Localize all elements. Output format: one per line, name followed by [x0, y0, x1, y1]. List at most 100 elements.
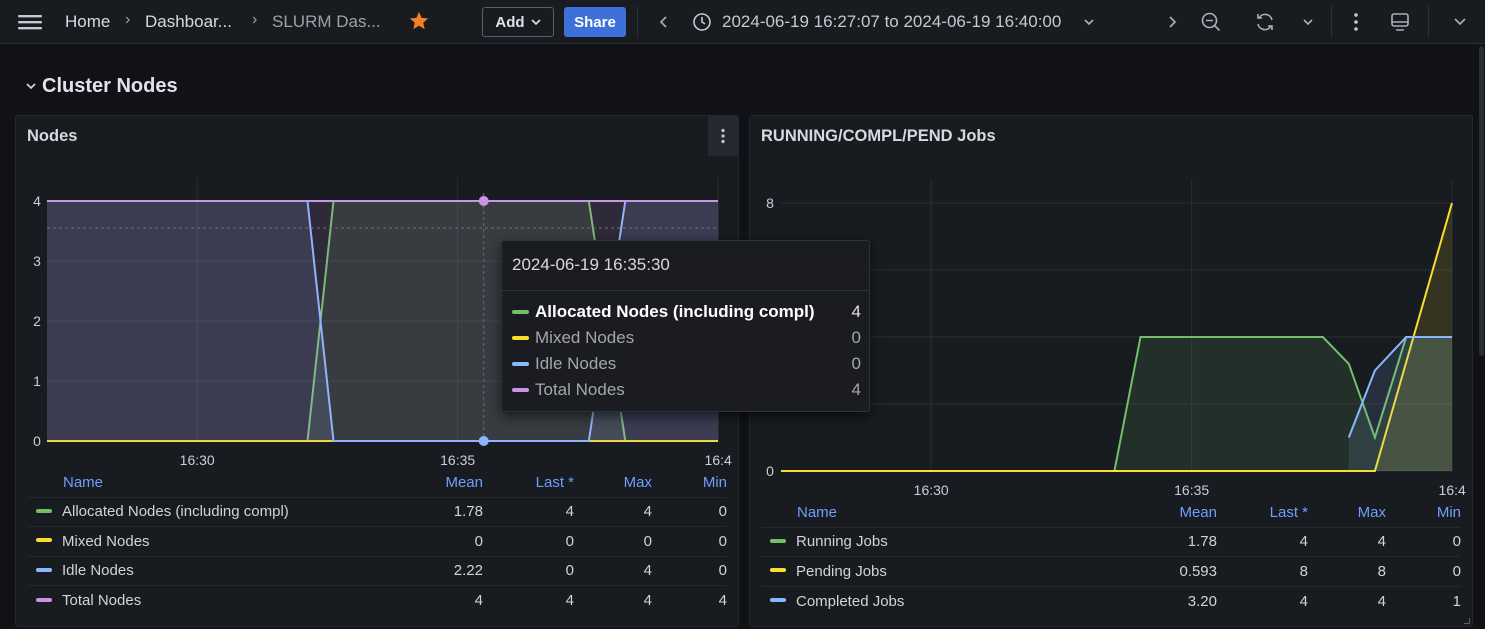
y-tick-label: 0 — [766, 463, 774, 479]
tooltip-series-label: Total Nodes — [535, 380, 625, 399]
legend-header-max[interactable]: Max — [1308, 499, 1386, 527]
tooltip-row: Allocated Nodes (including compl) 4 — [512, 299, 861, 325]
legend-header-mean[interactable]: Mean — [1137, 499, 1217, 527]
legend-last-value: 4 — [1217, 526, 1308, 557]
tooltip-series-label: Idle Nodes — [535, 354, 617, 373]
menu-icon[interactable] — [16, 8, 44, 36]
row-cluster-nodes[interactable]: Cluster Nodes — [26, 72, 178, 100]
x-tick-label: 16:35 — [1174, 482, 1209, 498]
star-icon[interactable] — [408, 10, 430, 32]
legend-header-last[interactable]: Last * — [483, 469, 574, 497]
legend-row[interactable]: Running Jobs 1.78 4 4 0 — [761, 526, 1461, 557]
tooltip-series-value: 4 — [851, 380, 861, 399]
legend-max-value: 4 — [574, 585, 652, 616]
series-area — [1348, 337, 1452, 471]
chevron-down-icon — [26, 83, 36, 90]
y-tick-label: 4 — [33, 193, 41, 209]
chevron-down-icon — [531, 19, 541, 26]
legend-series-name[interactable]: Total Nodes — [27, 585, 403, 616]
legend-row[interactable]: Allocated Nodes (including compl) 1.78 4 4 0 — [27, 496, 727, 527]
breadcrumb-current: SLURM Das... — [272, 12, 381, 31]
y-tick-label: 8 — [766, 195, 774, 211]
legend-row[interactable]: Completed Jobs 3.20 4 4 1 — [761, 585, 1461, 616]
legend-max-value: 4 — [1308, 526, 1386, 557]
series-color-swatch — [512, 362, 529, 366]
legend-series-name[interactable]: Running Jobs — [761, 526, 1137, 557]
x-tick-label: 16:4 — [705, 452, 732, 468]
divider — [502, 290, 869, 291]
jobs-legend: Name Mean Last * Max Min Running Jobs 1.7… — [761, 499, 1461, 616]
legend-max-value: 4 — [574, 496, 652, 527]
legend-row[interactable]: Pending Jobs 0.593 8 8 0 — [761, 556, 1461, 587]
series-color-swatch — [36, 508, 52, 513]
tooltip-series-label: Mixed Nodes — [535, 328, 635, 347]
legend-mean-value: 1.78 — [403, 496, 483, 527]
nodes-legend: Name Mean Last * Max Min Allocated Nodes… — [27, 469, 727, 616]
x-tick-label: 16:35 — [440, 452, 475, 468]
more-icon[interactable] — [1342, 8, 1370, 36]
y-tick-label: 0 — [33, 433, 41, 449]
series-color-swatch — [512, 388, 529, 392]
legend-series-name[interactable]: Idle Nodes — [27, 555, 403, 586]
divider — [1331, 6, 1332, 38]
legend-mean-value: 4 — [403, 585, 483, 616]
legend-header-name[interactable]: Name — [761, 499, 1137, 527]
legend-header-max[interactable]: Max — [574, 469, 652, 497]
breadcrumb-home[interactable]: Home — [65, 10, 110, 34]
divider — [637, 6, 638, 38]
refresh-icon[interactable] — [1251, 8, 1279, 36]
resize-handle-icon[interactable] — [1464, 618, 1470, 624]
panel-menu-icon[interactable] — [708, 116, 738, 156]
page-scrollbar[interactable] — [1479, 46, 1484, 356]
legend-header-min[interactable]: Min — [1386, 499, 1461, 527]
chart-tooltip: 2024-06-19 16:35:30 Allocated Nodes (inc… — [501, 240, 870, 412]
row-title: Cluster Nodes — [42, 74, 178, 97]
chevron-right-icon[interactable] — [1158, 8, 1186, 36]
share-button[interactable]: Share — [564, 7, 626, 37]
legend-series-name[interactable]: Allocated Nodes (including compl) — [27, 496, 403, 527]
tooltip-row: Mixed Nodes 0 — [512, 325, 861, 351]
panel-title: RUNNING/COMPL/PEND Jobs — [761, 127, 996, 145]
chevron-down-icon[interactable] — [1294, 8, 1322, 36]
legend-series-name[interactable]: Pending Jobs — [761, 556, 1137, 587]
series-color-swatch — [770, 568, 786, 573]
legend-header-min[interactable]: Min — [652, 469, 727, 497]
panel-title: Nodes — [27, 127, 78, 145]
legend-max-value: 8 — [1308, 556, 1386, 587]
legend-header-mean[interactable]: Mean — [403, 469, 483, 497]
x-tick-label: 16:4 — [1439, 482, 1466, 498]
tooltip-series-value: 4 — [851, 302, 861, 321]
legend-last-value: 4 — [1217, 585, 1308, 616]
series-color-swatch — [512, 336, 529, 340]
time-range-picker[interactable]: 2024-06-19 16:27:07 to 2024-06-19 16:40:… — [692, 9, 1095, 35]
legend-min-value: 0 — [1386, 526, 1461, 557]
x-tick-label: 16:30 — [180, 452, 215, 468]
clock-icon — [693, 13, 711, 31]
legend-row[interactable]: Total Nodes 4 4 4 4 — [27, 585, 727, 616]
legend-last-value: 4 — [483, 585, 574, 616]
legend-max-value: 0 — [574, 526, 652, 557]
chevron-left-icon[interactable] — [650, 8, 678, 36]
legend-max-value: 4 — [574, 555, 652, 586]
legend-header-last[interactable]: Last * — [1217, 499, 1308, 527]
breadcrumb-dashboards[interactable]: Dashboar... — [145, 10, 232, 34]
legend-row[interactable]: Idle Nodes 2.22 0 4 0 — [27, 555, 727, 586]
legend-last-value: 0 — [483, 526, 574, 557]
tooltip-series-value: 0 — [851, 354, 861, 373]
add-button-label: Add — [495, 13, 525, 31]
legend-series-name[interactable]: Completed Jobs — [761, 585, 1137, 616]
breadcrumb-chevron-icon: › — [252, 11, 258, 28]
legend-min-value: 0 — [652, 526, 727, 557]
legend-min-value: 1 — [1386, 585, 1461, 616]
add-button[interactable]: Add — [482, 7, 554, 37]
series-color-swatch — [770, 598, 786, 603]
legend-header-name[interactable]: Name — [27, 469, 403, 497]
chevron-down-icon[interactable] — [1446, 8, 1474, 36]
tooltip-series-label: Allocated Nodes (including compl) — [535, 302, 815, 321]
kiosk-icon[interactable] — [1386, 8, 1414, 36]
legend-mean-value: 0.593 — [1137, 556, 1217, 587]
legend-series-name[interactable]: Mixed Nodes — [27, 526, 403, 557]
legend-last-value: 8 — [1217, 556, 1308, 587]
zoom-out-icon[interactable] — [1197, 8, 1225, 36]
legend-row[interactable]: Mixed Nodes 0 0 0 0 — [27, 526, 727, 557]
